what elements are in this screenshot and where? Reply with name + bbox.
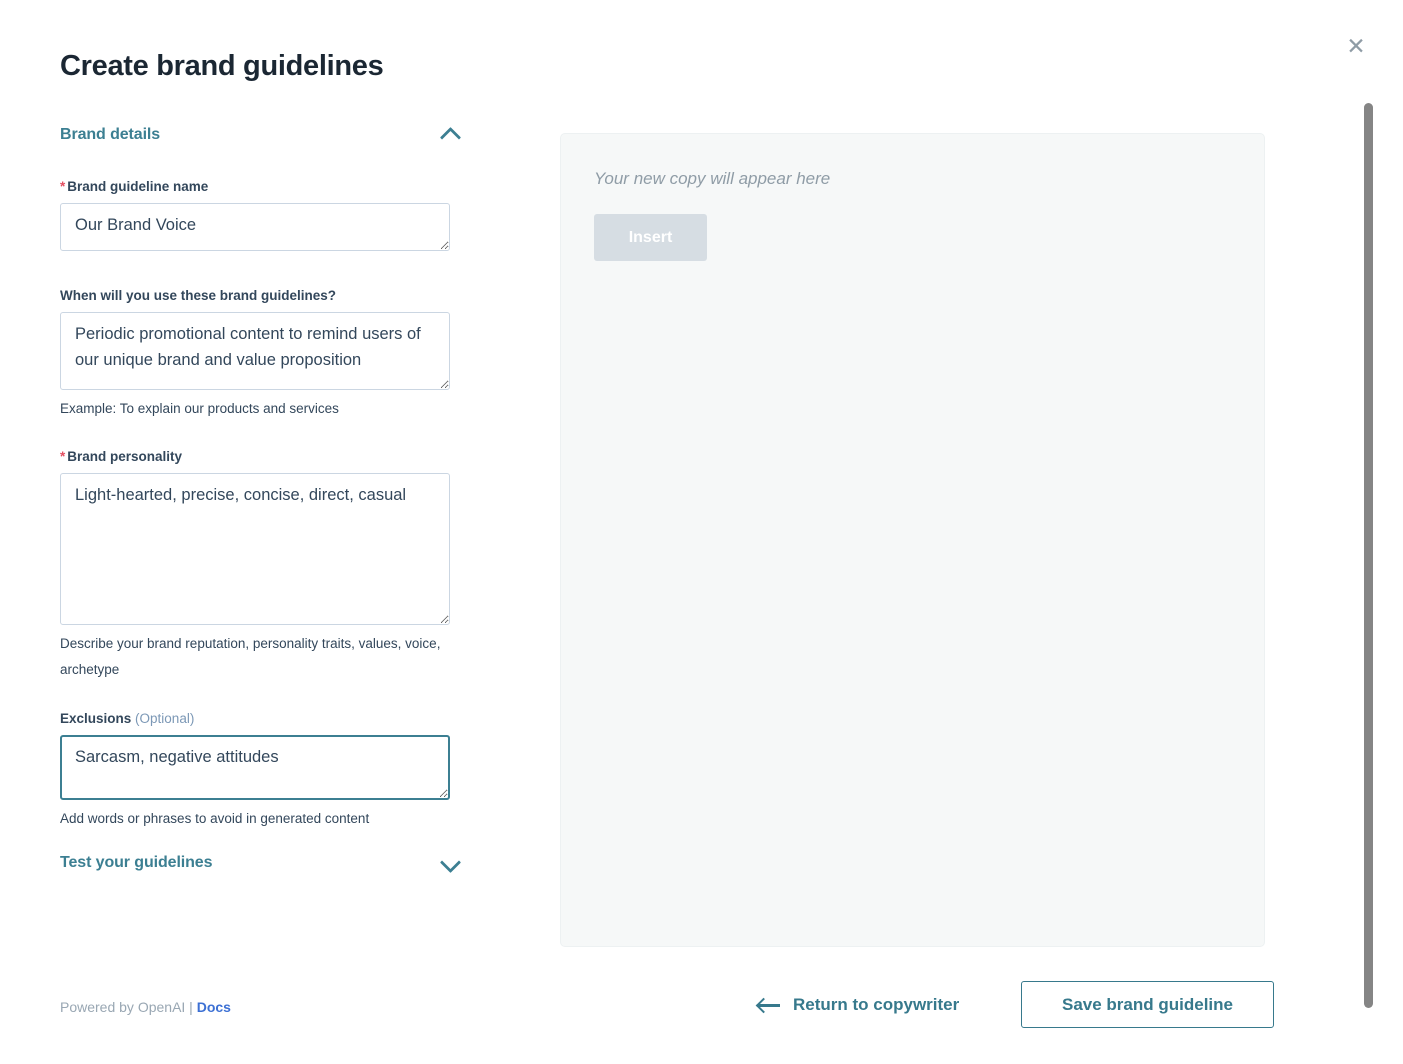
return-to-copywriter-button[interactable]: Return to copywriter: [757, 989, 959, 1021]
field-when-used-label: When will you use these brand guidelines…: [60, 288, 337, 303]
brand-personality-input[interactable]: [60, 473, 450, 625]
section-header-test-your-guidelines[interactable]: Test your guidelines: [60, 854, 462, 872]
field-exclusions-label: Exclusions (Optional): [60, 711, 195, 726]
field-brand-personality-help: Describe your brand reputation, personal…: [60, 636, 441, 677]
powered-by-note: Powered by OpenAI | Docs: [60, 996, 231, 1018]
close-icon[interactable]: ✕: [1342, 32, 1370, 60]
when-used-input[interactable]: [60, 312, 450, 390]
brand-details-form: Brand details *Brand guideline name When…: [60, 126, 480, 872]
powered-by-text: Powered by OpenAI |: [60, 999, 197, 1015]
section-header-brand-details[interactable]: Brand details: [60, 126, 462, 144]
create-brand-guidelines-modal: Create brand guidelines ✕ Brand details …: [0, 0, 1403, 1064]
field-when-used-help: Example: To explain our products and ser…: [60, 401, 339, 416]
chevron-down-icon[interactable]: [440, 856, 462, 870]
copy-preview-panel: Your new copy will appear here Insert: [560, 133, 1265, 947]
field-guideline-name-label: * Brand guideline name: [60, 179, 209, 194]
page-scrollbar[interactable]: [1364, 96, 1373, 1016]
section-header-brand-details-label: Brand details: [60, 126, 161, 143]
page-title: Create brand guidelines: [60, 50, 384, 82]
guideline-name-input[interactable]: [60, 203, 450, 251]
field-exclusions: Exclusions (Optional) Add words or phras…: [60, 710, 480, 832]
docs-link[interactable]: Docs: [197, 999, 231, 1015]
return-to-copywriter-label: Return to copywriter: [793, 995, 960, 1014]
optional-tag: (Optional): [135, 711, 195, 726]
arrow-left-icon: [757, 996, 781, 1014]
field-brand-personality: *Brand personality Describe your brand r…: [60, 448, 480, 683]
page-scrollbar-thumb[interactable]: [1364, 103, 1373, 1008]
chevron-up-icon[interactable]: [440, 128, 462, 142]
field-guideline-name: * Brand guideline name: [60, 178, 480, 251]
section-header-test-your-guidelines-label: Test your guidelines: [60, 854, 213, 871]
preview-placeholder-text: Your new copy will appear here: [594, 169, 831, 188]
save-brand-guideline-button[interactable]: Save brand guideline: [1021, 981, 1274, 1028]
exclusions-input[interactable]: [60, 735, 450, 800]
required-indicator: *: [60, 179, 66, 194]
field-when-used: When will you use these brand guidelines…: [60, 287, 480, 422]
field-brand-personality-label: * Brand personality: [60, 449, 183, 464]
required-indicator: *: [60, 449, 66, 464]
field-exclusions-help: Add words or phrases to avoid in generat…: [60, 811, 370, 826]
insert-button[interactable]: Insert: [594, 214, 707, 261]
